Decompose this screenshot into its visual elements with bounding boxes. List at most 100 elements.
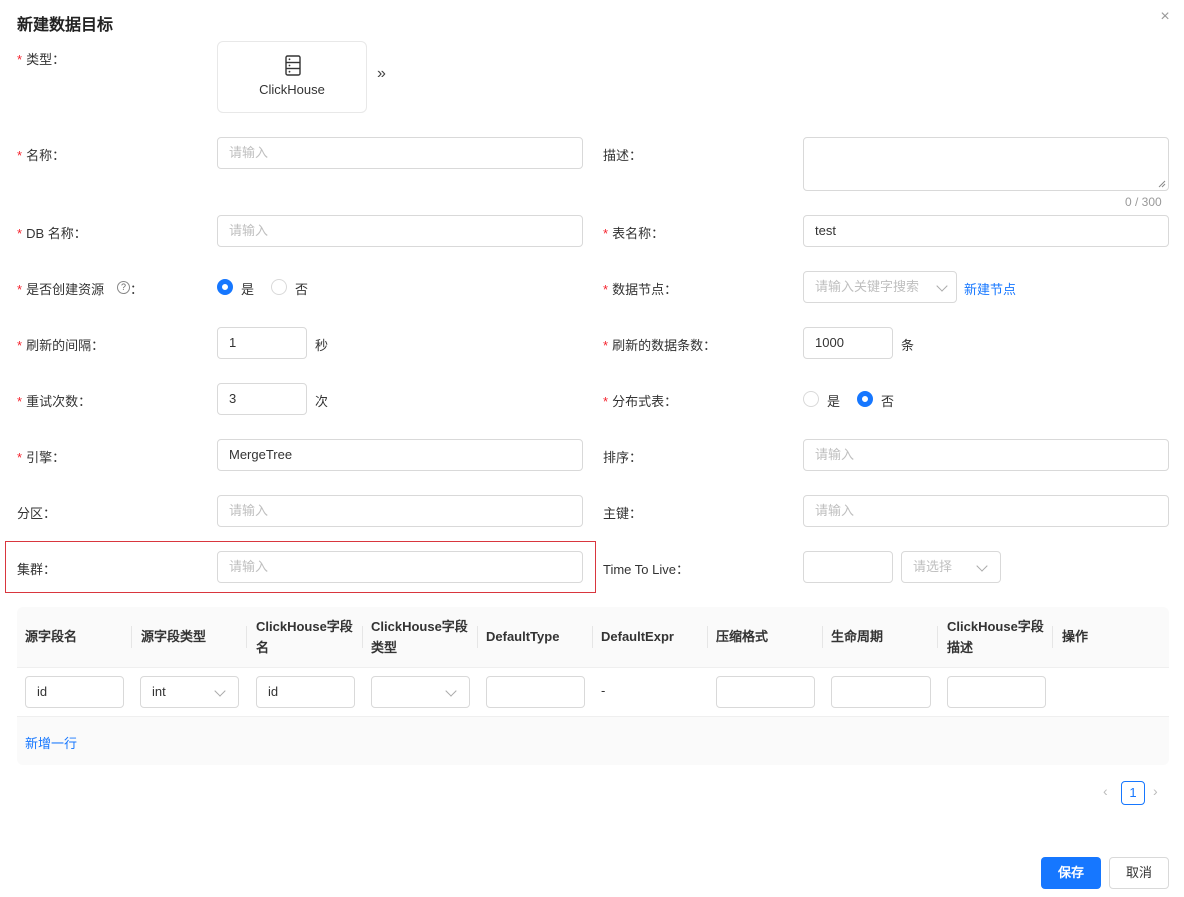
source-type-value: int [152,684,166,699]
clickhouse-type-card[interactable]: ClickHouse [217,41,367,113]
distributed-yes-radio[interactable] [803,391,819,407]
close-icon[interactable]: × [1157,9,1173,25]
chevron-down-icon [976,560,988,572]
ttl-unit-placeholder: 请选择 [913,559,953,574]
source-type-select[interactable]: int [140,676,239,708]
partition-label: 分区： [17,506,57,521]
save-button[interactable]: 保存 [1041,857,1101,889]
header-divider [477,626,478,648]
table-header-compression: 压缩格式 [716,629,769,644]
page-number-button[interactable]: 1 [1121,781,1145,805]
retry-count-input[interactable]: 3 [217,383,307,415]
create-resource-yes-radio[interactable] [217,279,233,295]
refresh-interval-input[interactable]: 1 [217,327,307,359]
prev-page-icon[interactable]: ‹ [1103,783,1108,799]
dialog-title: 新建数据目标 [17,17,114,34]
name-label: * 名称： [17,148,66,163]
ttl-label: Time To Live： [603,562,689,577]
desc-char-counter: 0 / 300 [1125,195,1162,209]
create-resource-label: * 是否创建资源 [17,282,105,297]
create-resource-no-label[interactable]: 否 [295,279,308,298]
refresh-interval-unit: 秒 [315,338,329,353]
name-input[interactable]: 请输入 [217,137,583,169]
new-node-link[interactable]: 新建节点 [964,279,1016,298]
table-header-ch-name: ClickHouse字段名 [256,619,353,655]
db-name-label: * DB 名称： [17,226,87,241]
cluster-input[interactable]: 请输入 [217,551,583,583]
cluster-label: 集群： [17,562,57,577]
required-mark: * [603,338,609,353]
server-icon [284,55,302,80]
help-icon[interactable]: ? [117,281,130,294]
distributed-table-label: * 分布式表： [603,394,678,409]
table-header-source-name: 源字段名 [25,629,78,644]
add-row-link[interactable]: 新增一行 [25,733,77,752]
refresh-count-input[interactable]: 1000 [803,327,893,359]
double-chevron-right-icon[interactable]: » [377,65,386,83]
required-mark: * [17,226,23,241]
required-mark: * [603,282,609,297]
chevron-down-icon [445,685,457,697]
cancel-button[interactable]: 取消 [1109,857,1169,889]
primary-key-label: 主键： [603,506,643,521]
retry-count-unit: 次 [315,394,329,409]
table-header-lifecycle: 生命周期 [831,629,884,644]
required-mark: * [17,394,23,409]
header-divider [937,626,938,648]
header-divider [592,626,593,648]
partition-input[interactable]: 请输入 [217,495,583,527]
ch-type-select[interactable] [371,676,470,708]
required-mark: * [17,52,23,67]
type-card-name: ClickHouse [259,82,325,97]
header-divider [1052,626,1053,648]
next-page-icon[interactable]: › [1153,783,1158,799]
db-name-input[interactable]: 请输入 [217,215,583,247]
primary-key-input[interactable]: 请输入 [803,495,1169,527]
refresh-count-label: * 刷新的数据条数： [603,338,717,353]
chevron-down-icon [936,280,948,292]
compression-input[interactable] [716,676,815,708]
header-divider [707,626,708,648]
source-name-input[interactable]: id [25,676,124,708]
data-node-select[interactable]: 请输入关键字搜索 [803,271,957,303]
order-label: 排序： [603,450,643,465]
resize-handle-icon[interactable] [1158,180,1166,188]
ch-name-input[interactable]: id [256,676,355,708]
table-header-default-type: DefaultType [486,629,560,644]
type-label: * 类型： [17,52,66,67]
ttl-number-input[interactable] [803,551,893,583]
create-resource-no-radio[interactable] [271,279,287,295]
table-divider [17,716,1169,717]
table-header-actions: 操作 [1062,629,1089,644]
refresh-count-unit: 条 [901,338,915,353]
default-type-input[interactable] [486,676,585,708]
distributed-no-label[interactable]: 否 [881,391,894,410]
distributed-no-radio[interactable] [857,391,873,407]
required-mark: * [17,450,23,465]
retry-count-label: * 重试次数： [17,394,92,409]
order-input[interactable]: 请输入 [803,439,1169,471]
ch-desc-input[interactable] [947,676,1046,708]
engine-input[interactable]: MergeTree [217,439,583,471]
table-header-ch-desc: ClickHouse字段 描述 [947,619,1044,655]
required-mark: * [17,282,23,297]
table-header-source-type: 源字段类型 [141,629,207,644]
desc-label: 描述： [603,148,643,163]
table-header-ch-type: ClickHouse字段 类型 [371,619,468,655]
data-node-label: * 数据节点： [603,282,678,297]
ttl-unit-select[interactable]: 请选择 [901,551,1001,583]
chevron-down-icon [214,685,226,697]
engine-label: * 引擎： [17,450,66,465]
data-node-placeholder: 请输入关键字搜索 [815,279,920,294]
distributed-yes-label[interactable]: 是 [827,391,840,410]
table-header-default-expr: DefaultExpr [601,629,674,644]
refresh-interval-label: * 刷新的间隔： [17,338,105,353]
table-name-input[interactable]: test [803,215,1169,247]
header-divider [822,626,823,648]
required-mark: * [17,338,23,353]
lifecycle-input[interactable] [831,676,931,708]
create-resource-yes-label[interactable]: 是 [241,279,254,298]
required-mark: * [603,226,609,241]
default-expr-value: - [601,683,606,698]
desc-textarea[interactable] [803,137,1169,191]
